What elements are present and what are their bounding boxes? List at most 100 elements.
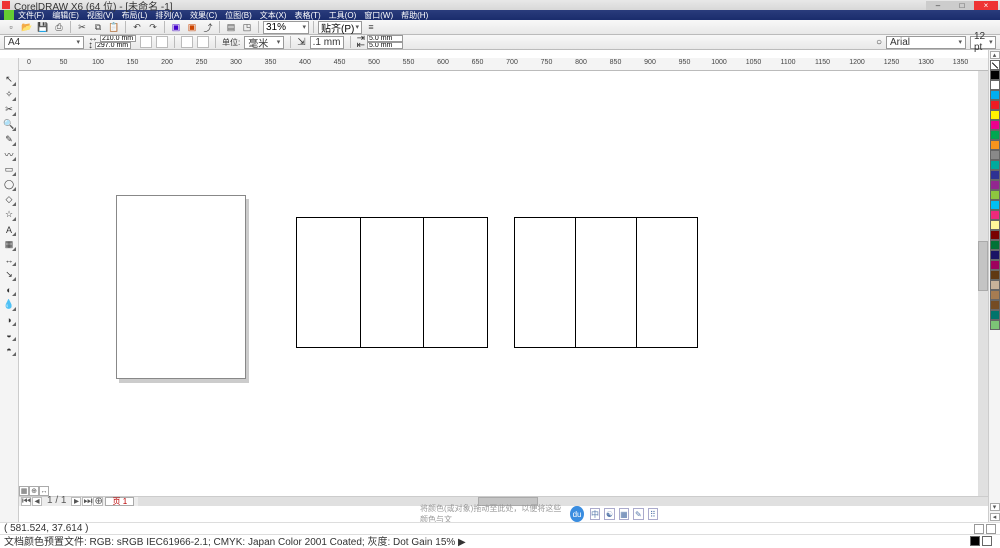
save-button[interactable]: 💾 bbox=[36, 21, 50, 33]
rectangle-tool[interactable]: ▭ bbox=[2, 162, 17, 177]
fill-tool[interactable]: ◒ bbox=[2, 327, 17, 342]
palette-up-button[interactable]: ▴ bbox=[990, 51, 1000, 59]
open-button[interactable]: 📂 bbox=[20, 21, 34, 33]
menu-item[interactable]: 位图(B) bbox=[225, 10, 252, 21]
page-tab[interactable]: 页 1 bbox=[105, 497, 134, 506]
color-swatch[interactable] bbox=[990, 220, 1000, 230]
color-swatch[interactable] bbox=[990, 170, 1000, 180]
color-swatch[interactable] bbox=[990, 100, 1000, 110]
artistic-media-tool[interactable]: 〰 bbox=[2, 147, 17, 162]
menu-item[interactable]: 表格(T) bbox=[294, 10, 320, 21]
menu-item[interactable]: 帮助(H) bbox=[401, 10, 428, 21]
lang-button-2[interactable]: ☯ bbox=[604, 508, 614, 520]
color-swatch[interactable] bbox=[990, 150, 1000, 160]
zoom-level-dropdown[interactable]: 31% bbox=[263, 21, 309, 34]
ellipse-tool[interactable]: ◯ bbox=[2, 177, 17, 192]
new-button[interactable]: ▫ bbox=[4, 21, 18, 33]
import-button[interactable]: ▣ bbox=[169, 21, 183, 33]
no-color-swatch[interactable] bbox=[990, 60, 1000, 70]
zoom-tool[interactable]: 🔍 bbox=[2, 117, 17, 132]
vscroll-thumb[interactable] bbox=[978, 241, 988, 291]
tool-button-1[interactable]: ▦ bbox=[619, 508, 629, 520]
snap-dropdown[interactable]: 贴齐(P) bbox=[318, 21, 362, 34]
options-button[interactable]: ≡ bbox=[364, 21, 378, 33]
color-swatch[interactable] bbox=[990, 290, 1000, 300]
all-pages-button[interactable] bbox=[181, 36, 193, 48]
landscape-button[interactable] bbox=[156, 36, 168, 48]
fill-swatch[interactable] bbox=[970, 536, 980, 546]
color-swatch[interactable] bbox=[990, 70, 1000, 80]
color-swatch[interactable] bbox=[990, 130, 1000, 140]
print-button[interactable]: ⎙ bbox=[52, 21, 66, 33]
interactive-tool[interactable]: ◐ bbox=[2, 282, 17, 297]
menu-item[interactable]: 效果(C) bbox=[190, 10, 217, 21]
footer-icon-2[interactable]: ⊕ bbox=[29, 486, 39, 496]
color-swatch[interactable] bbox=[990, 200, 1000, 210]
page-width-input[interactable] bbox=[100, 35, 136, 42]
next-page-button[interactable]: ▸ bbox=[71, 497, 81, 506]
add-page-button[interactable]: ⊕ bbox=[93, 497, 103, 506]
current-page-button[interactable] bbox=[197, 36, 209, 48]
basic-shapes-tool[interactable]: ☆ bbox=[2, 207, 17, 222]
text-tool[interactable]: A bbox=[2, 222, 17, 237]
copy-button[interactable]: ⧉ bbox=[91, 21, 105, 33]
color-swatch[interactable] bbox=[990, 180, 1000, 190]
freehand-tool[interactable]: ✎ bbox=[2, 132, 17, 147]
color-swatch[interactable] bbox=[990, 310, 1000, 320]
dimension-tool[interactable]: ↔ bbox=[2, 252, 17, 267]
color-swatch[interactable] bbox=[990, 320, 1000, 330]
page-size-dropdown[interactable]: A4 bbox=[4, 36, 84, 49]
cut-button[interactable]: ✂ bbox=[75, 21, 89, 33]
menu-item[interactable]: 文本(X) bbox=[260, 10, 287, 21]
color-swatch[interactable] bbox=[990, 120, 1000, 130]
color-swatch[interactable] bbox=[990, 140, 1000, 150]
font-size-dropdown[interactable]: 12 pt bbox=[970, 36, 996, 49]
color-swatch[interactable] bbox=[990, 250, 1000, 260]
color-swatch[interactable] bbox=[990, 160, 1000, 170]
menu-item[interactable]: 窗口(W) bbox=[364, 10, 393, 21]
color-swatch[interactable] bbox=[990, 240, 1000, 250]
paste-button[interactable]: 📋 bbox=[107, 21, 121, 33]
color-swatch[interactable] bbox=[990, 190, 1000, 200]
tool-button-3[interactable]: ⠿ bbox=[648, 508, 658, 520]
maximize-button[interactable]: □ bbox=[950, 1, 974, 10]
prev-page-button[interactable]: ◂ bbox=[32, 497, 42, 506]
connector-tool[interactable]: ↘ bbox=[2, 267, 17, 282]
pick-tool[interactable]: ↖ bbox=[2, 72, 17, 87]
table-tool[interactable]: ▦ bbox=[2, 237, 17, 252]
outline-tool[interactable]: ◑ bbox=[2, 312, 17, 327]
vertical-scrollbar[interactable] bbox=[978, 71, 988, 496]
app-launcher-button[interactable]: ▤ bbox=[224, 21, 238, 33]
close-button[interactable]: × bbox=[974, 1, 998, 10]
color-swatch[interactable] bbox=[990, 110, 1000, 120]
first-page-button[interactable]: ⏮ bbox=[21, 497, 31, 506]
shape-grid-1[interactable] bbox=[296, 217, 488, 348]
crop-tool[interactable]: ✂ bbox=[2, 102, 17, 117]
polygon-tool[interactable]: ◇ bbox=[2, 192, 17, 207]
color-swatch[interactable] bbox=[990, 260, 1000, 270]
unit-dropdown[interactable]: 毫米 bbox=[244, 36, 284, 49]
status-fill-icon[interactable] bbox=[974, 524, 984, 534]
color-swatch[interactable] bbox=[990, 270, 1000, 280]
interactive-fill-tool[interactable]: ◓ bbox=[2, 342, 17, 357]
export-button[interactable]: ▣ bbox=[185, 21, 199, 33]
dup-y-input[interactable] bbox=[367, 42, 403, 49]
du-badge-icon[interactable]: du bbox=[570, 506, 584, 522]
undo-button[interactable]: ↶ bbox=[130, 21, 144, 33]
eyedropper-tool[interactable]: 💧 bbox=[2, 297, 17, 312]
lang-button-1[interactable]: 中 bbox=[590, 508, 600, 520]
publish-button[interactable]: ⤴ bbox=[201, 21, 215, 33]
outline-swatch[interactable] bbox=[982, 536, 992, 546]
dup-x-input[interactable] bbox=[367, 35, 403, 42]
color-swatch[interactable] bbox=[990, 230, 1000, 240]
nudge-input[interactable]: .1 mm bbox=[310, 36, 344, 49]
color-swatch[interactable] bbox=[990, 300, 1000, 310]
color-swatch[interactable] bbox=[990, 90, 1000, 100]
font-dropdown[interactable]: Arial bbox=[886, 36, 966, 49]
color-swatch[interactable] bbox=[990, 280, 1000, 290]
welcome-button[interactable]: ◳ bbox=[240, 21, 254, 33]
shape-grid-2[interactable] bbox=[514, 217, 698, 348]
ruler-horizontal[interactable]: 0501001502002503003504004505005506006507… bbox=[19, 58, 988, 71]
shape-tool[interactable]: ✧ bbox=[2, 87, 17, 102]
drawing-page[interactable] bbox=[116, 195, 246, 379]
